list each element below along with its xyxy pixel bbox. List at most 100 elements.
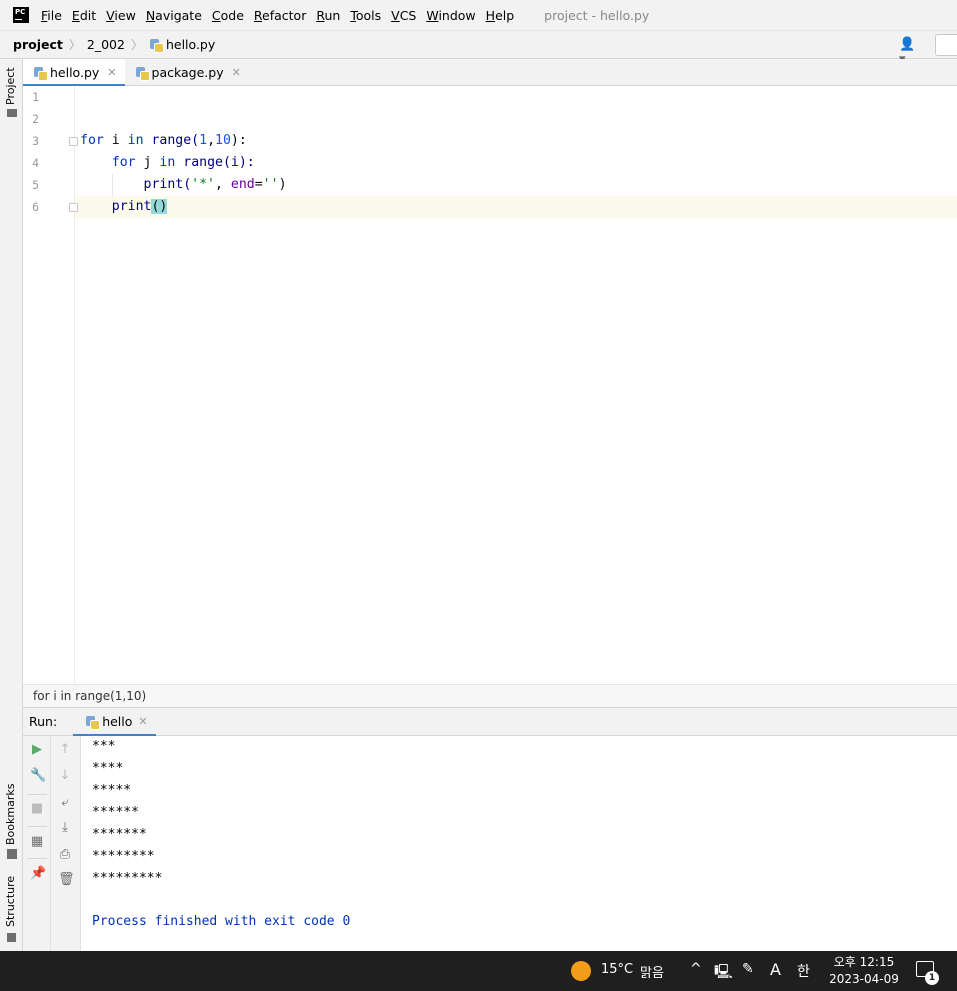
python-file-icon [135,66,150,81]
bookmarks-tool-button[interactable]: Bookmarks [4,784,17,845]
code-editor[interactable]: 1 2 3 4 5 6 for i in range(1,10): for j … [23,86,957,684]
menu-vcs[interactable]: VCS [391,8,416,23]
line-number: 5 [32,178,39,192]
code-line-6: print() [111,199,168,214]
console-output-line: ****** [92,805,139,820]
run-tab-hello[interactable]: hello ✕ [73,708,157,737]
tab-hello-py[interactable]: hello.py ✕ [23,59,125,87]
folder-icon [7,109,17,117]
toolbar-separator [27,794,47,795]
network-icon[interactable]: 🖳 [714,961,733,985]
console-toolbar: ↑ ↓ ⤶ ⤓ ⎙ 🗑 [51,736,81,951]
sun-icon[interactable] [571,961,591,981]
console-output-line: *** [92,739,116,754]
system-clock[interactable]: 오후 12:15 2023-04-09 [828,954,900,988]
menu-mnemonic: H [485,7,496,23]
tab-label: package.py [151,65,224,80]
left-tool-stripe: Project Bookmarks Structure [0,59,23,951]
run-label: Run: [29,714,58,729]
menu-tools[interactable]: Tools [350,8,381,23]
menu-label-rest: CS [399,7,417,23]
navigation-bar: project 〉 2_002 〉 hello.py 👤▾ [0,31,957,67]
print-icon[interactable]: ⎙ [58,848,72,862]
menu-bar: PC File Edit View Navigate Code Refactor Run To… [0,0,957,31]
close-icon[interactable]: ✕ [107,66,116,79]
nav-right-tools: 👤▾ [899,34,957,67]
run-panel-header: Run: hello ✕ [23,708,957,737]
pen-icon[interactable]: ✎ [742,961,754,977]
python-file-icon [33,66,48,81]
run-console[interactable]: ▶ 🔧 ■ ▦ 📌 ↑ ↓ ⤶ ⤓ ⎙ 🗑 *** **** ***** ***… [23,736,957,951]
menu-refactor[interactable]: Refactor [254,8,306,23]
up-arrow-icon[interactable]: ↑ [58,743,72,757]
console-output-line: ******* [92,827,147,842]
close-icon[interactable]: ✕ [232,66,241,79]
tab-package-py[interactable]: package.py ✕ [125,59,249,86]
pycharm-logo-icon: PC [13,7,29,23]
menu-mnemonic: R [253,7,263,23]
python-file-icon [149,38,164,53]
soft-wrap-icon[interactable]: ⤶ [58,796,72,810]
menu-edit[interactable]: Edit [72,8,96,23]
structure-tool-button[interactable]: Structure [4,876,17,927]
trash-icon[interactable]: 🗑 [58,873,75,887]
close-icon[interactable]: ✕ [138,715,147,728]
console-output-line: ***** [92,783,132,798]
menu-mnemonic: E [71,7,80,23]
layout-icon[interactable]: ▦ [30,835,44,849]
scroll-to-end-icon[interactable]: ⤓ [58,821,72,835]
fold-marker-icon[interactable] [69,203,78,212]
console-output-line: ******** [92,849,155,864]
user-icon[interactable]: 👤▾ [899,37,921,67]
tab-label: hello.py [50,65,100,80]
ime-mode[interactable]: A [770,960,781,979]
code-line-3: for i in range(1,10): [80,133,247,148]
chevron-up-icon[interactable]: ^ [690,961,702,977]
code-breadcrumb[interactable]: for i in range(1,10) [23,684,957,708]
editor-gutter: 1 2 3 4 5 6 [23,86,75,684]
menu-label-rest: iew [114,7,136,23]
clock-date: 2023-04-09 [829,972,899,986]
menu-code[interactable]: Code [212,8,244,23]
run-tab-label: hello [102,714,133,729]
weather-condition[interactable]: 맑음 [640,962,664,981]
menu-mnemonic: C [211,7,221,23]
bookmark-icon [7,849,17,859]
rerun-icon[interactable]: ▶ [30,743,44,757]
weather-temperature[interactable]: 15°C [601,962,633,977]
menu-mnemonic: N [145,7,156,23]
windows-taskbar: 15°C 맑음 ^ 🖳 ✎ A 한 오후 12:15 2023-04-09 1 [0,951,957,991]
breadcrumb-folder[interactable]: 2_002 [87,37,125,52]
menu-help[interactable]: Help [486,8,515,23]
notification-badge: 1 [925,971,939,985]
down-arrow-icon[interactable]: ↓ [58,769,72,783]
fold-marker-icon[interactable] [69,137,78,146]
line-number: 1 [32,90,39,104]
language-indicator[interactable]: 한 [797,961,810,981]
code-line-5: print('*', end='') [143,177,287,192]
breadcrumb-file[interactable]: hello.py [166,37,215,52]
breadcrumb-project[interactable]: project [13,37,63,52]
clock-time: 오후 12:15 [833,955,895,969]
matched-brace: () [151,199,168,214]
menu-file[interactable]: File [41,8,62,23]
toolbar-separator [27,826,47,827]
menu-label-rest: ools [355,7,382,23]
run-config-selector[interactable] [935,34,957,56]
menu-view[interactable]: View [106,8,136,23]
toolbar-separator [27,858,47,859]
breadcrumb-separator: 〉 [130,38,143,52]
menu-run[interactable]: Run [316,8,340,23]
breadcrumb-separator: 〉 [68,38,81,52]
stop-icon[interactable]: ■ [30,802,44,816]
run-toolbar: ▶ 🔧 ■ ▦ 📌 [23,736,51,951]
menu-label-rest: avigate [155,7,202,23]
wrench-icon[interactable]: 🔧 [30,769,46,783]
line-number: 4 [32,156,39,170]
menu-mnemonic: V [391,7,400,23]
menu-window[interactable]: Window [426,8,475,23]
pin-icon[interactable]: 📌 [30,867,46,881]
menu-navigate[interactable]: Navigate [146,8,202,23]
line-number: 6 [32,200,39,214]
project-tool-button[interactable]: Project [4,67,17,105]
